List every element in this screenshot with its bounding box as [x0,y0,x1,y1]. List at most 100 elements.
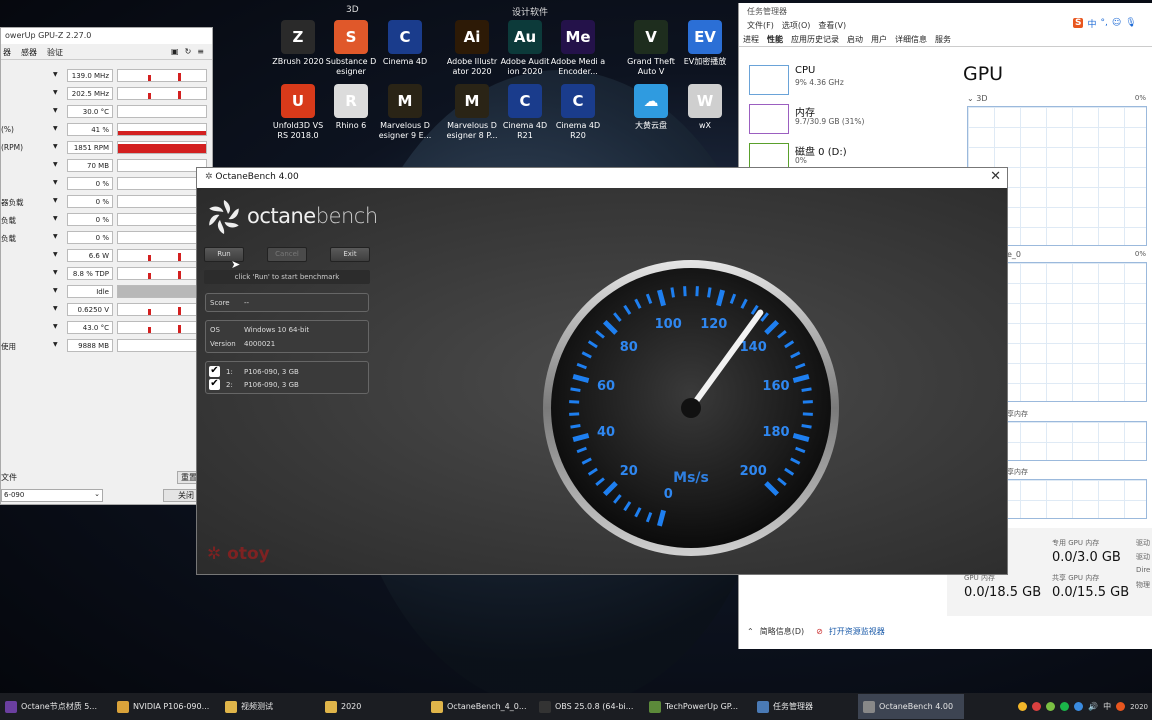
desktop-icon[interactable]: C Cinema 4D R20 [550,84,606,146]
tab-6[interactable]: 服务 [935,34,951,45]
desktop-icon[interactable]: Me Adobe Medi a Encoder... [550,20,606,82]
taskbar-item[interactable]: NVIDIA P106-090... [112,694,220,719]
shared-mem-label-2: 享内存 [1007,468,1028,476]
cancel-button[interactable]: Cancel [267,247,307,262]
exit-button[interactable]: Exit [330,247,370,262]
perf-item-sub: 0% [795,156,807,165]
microphone-icon[interactable]: 🎙 [1125,18,1136,28]
desktop-icon[interactable]: M Marvelous D esigner 9 E... [377,84,433,146]
chevron-down-icon[interactable]: ▼ [53,215,58,222]
gauge-tick [569,412,580,416]
desktop-icon[interactable]: Au Adobe Audit ion 2020 [497,20,553,82]
chevron-down-icon[interactable]: ▼ [53,305,58,312]
taskbar-item[interactable]: 2020 [320,694,426,719]
sensor-row: ▼ 8.8 % TDP [1,267,214,281]
sogou-logo-icon[interactable]: S [1073,18,1084,28]
menu-icon[interactable]: ≡ [197,47,204,56]
chevron-down-icon[interactable]: ▼ [53,71,58,78]
tray-app-icon[interactable] [1018,702,1028,711]
sensor-graph-spike [178,325,181,333]
tray-volume-icon[interactable]: 🔊 [1088,702,1098,711]
desktop-icon-label: EV加密播放 [683,57,727,66]
chevron-down-icon[interactable]: ▼ [53,125,58,132]
tab-3[interactable]: 启动 [847,34,863,45]
desktop-icon[interactable]: C Cinema 4D [377,20,433,82]
perf-item[interactable]: 内存 9.7/30.9 GB (31%) [749,104,949,144]
gpuz-tab-sensors[interactable]: 感器 [21,47,37,57]
gpuz-tab-card[interactable]: 器 [3,47,11,57]
tray-nvidia-icon[interactable] [1046,702,1056,711]
sensor-value: 41 % [67,123,113,136]
taskbar-item[interactable]: TechPowerUp GP... [644,694,752,719]
chevron-down-icon[interactable]: ▼ [53,341,58,348]
desktop-icon[interactable]: U Unfold3D VS RS 2018.0 [270,84,326,146]
desktop-icon[interactable]: M Marvelous D esigner 8 P... [444,84,500,146]
desktop-icon[interactable]: EV EV加密播放 [677,20,733,82]
sensor-graph [117,339,207,352]
chevron-down-icon[interactable]: ▼ [53,251,58,258]
taskbar-item[interactable]: OctaneBench_4_0... [426,694,534,719]
gpuz-device-select[interactable]: 6-090 ⌄ [1,489,103,502]
taskbar: Octane节点材质 5... NVIDIA P106-090... 视频测试 202… [0,693,1152,720]
perf-item[interactable]: CPU 9% 4.36 GHz [749,65,949,105]
chevron-down-icon[interactable]: ▼ [53,233,58,240]
gpuz-tab-validation[interactable]: 验证 [47,47,63,57]
desktop-icon[interactable]: C Cinema 4D R21 [497,84,553,146]
sensor-label: (%) [1,125,14,134]
desktop-icon[interactable]: V Grand Theft Auto V [623,20,679,82]
resource-monitor-link[interactable]: 打开资源监视器 [829,626,885,637]
sensor-value: 1851 RPM [67,141,113,154]
taskbar-item[interactable]: 视频测试 [220,694,320,719]
tray-clock[interactable]: 2020 [1130,703,1148,711]
taskbar-item[interactable]: Octane节点材质 5... [0,694,112,719]
menu-view[interactable]: 查看(V) [818,20,846,32]
gpu-index: 1: [226,368,233,376]
chevron-down-icon[interactable]: ▼ [53,143,58,150]
desktop-icon[interactable]: R Rhino 6 [323,84,379,146]
chevron-up-icon[interactable]: ⌃ [747,627,754,636]
tab-0[interactable]: 进程 [743,34,759,45]
tray-wechat-icon[interactable] [1060,702,1070,711]
tray-sogou-icon[interactable] [1116,702,1126,711]
menu-options[interactable]: 选项(O) [782,20,811,32]
tray-network-icon[interactable] [1074,702,1084,711]
desktop-icon[interactable]: ☁ 大黄云盘 [623,84,679,146]
chevron-down-icon[interactable]: ▼ [53,269,58,276]
gpu-checkbox[interactable]: ✔ [209,379,220,390]
desktop-icon[interactable]: WwX [677,84,733,146]
chevron-down-icon[interactable]: ▼ [53,89,58,96]
gpu-checkbox[interactable]: ✔ [209,366,220,377]
punctuation-icon[interactable]: °, [1101,18,1108,28]
tab-2[interactable]: 应用历史记录 [791,34,839,45]
menu-file[interactable]: 文件(F) [747,20,774,32]
close-icon[interactable]: ✕ [990,169,1001,184]
emoji-icon[interactable]: ☺ [1112,18,1121,28]
chevron-down-icon[interactable]: ▼ [53,107,58,114]
chevron-down-icon[interactable]: ▼ [53,323,58,330]
gpu-index: 2: [226,381,233,389]
tab-4[interactable]: 用户 [871,34,887,45]
taskbar-item[interactable]: 任务管理器 [752,694,858,719]
tray-ime[interactable]: 中 [1103,701,1111,712]
chevron-down-icon[interactable]: ▼ [53,179,58,186]
refresh-icon[interactable]: ↻ [185,47,192,56]
tray-shield-icon[interactable] [1032,702,1042,711]
desktop-icon[interactable]: Ai Adobe Illustr ator 2020 [444,20,500,82]
tab-1[interactable]: 性能 [767,34,783,45]
brief-view-link[interactable]: 简略信息(D) [760,626,804,637]
taskbar-item[interactable]: OBS 25.0.8 (64-bi... [534,694,644,719]
desktop-icon[interactable]: S Substance D esigner [323,20,379,82]
desktop-icon[interactable]: Z ZBrush 2020 [270,20,326,82]
app-icon: Ai [455,20,489,54]
chevron-down-icon[interactable]: ▼ [53,197,58,204]
camera-icon[interactable]: ▣ [171,47,179,56]
sensor-graph [117,231,207,244]
chevron-down-icon[interactable]: ▼ [53,287,58,294]
perf-item-sub: 9.7/30.9 GB (31%) [795,117,865,126]
taskbar-item[interactable]: OctaneBench 4.00 [858,694,964,719]
chevron-down-icon[interactable]: ▼ [53,161,58,168]
ime-lang[interactable]: 中 [1087,17,1096,30]
tab-5[interactable]: 详细信息 [895,34,927,45]
gauge-tick-label: 80 [620,340,638,355]
gpuz-tabs: 器 感器 验证 ▣ ↻ ≡ [1,44,212,60]
